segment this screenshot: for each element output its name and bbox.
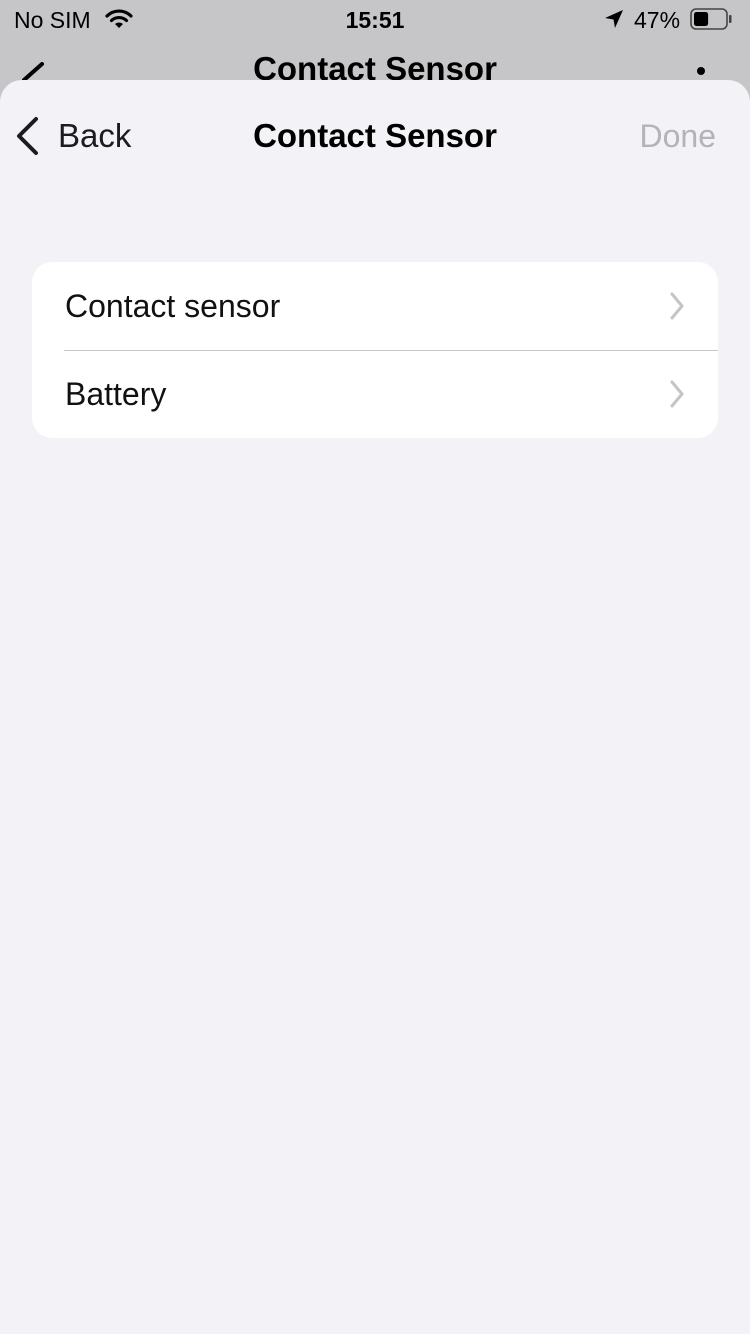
list-item-label: Contact sensor — [65, 288, 281, 324]
settings-list: Contact sensor Battery — [32, 262, 718, 438]
page-title: Contact Sensor — [253, 117, 497, 154]
status-bar: No SIM 15:51 47% — [0, 0, 750, 40]
list-item-contact-sensor[interactable]: Contact sensor — [32, 262, 718, 350]
done-button[interactable]: Done — [640, 114, 717, 158]
battery-percent: 47% — [634, 7, 681, 33]
battery-icon — [690, 8, 732, 30]
list-item-label: Battery — [65, 376, 167, 412]
chevron-right-icon — [670, 292, 684, 320]
modal-sheet: Back Contact Sensor Done Contact sensor … — [0, 80, 750, 1334]
location-arrow-icon — [604, 9, 624, 34]
chevron-right-icon — [670, 380, 684, 408]
list-item-battery[interactable]: Battery — [32, 350, 718, 438]
background-more-icon — [697, 67, 705, 75]
